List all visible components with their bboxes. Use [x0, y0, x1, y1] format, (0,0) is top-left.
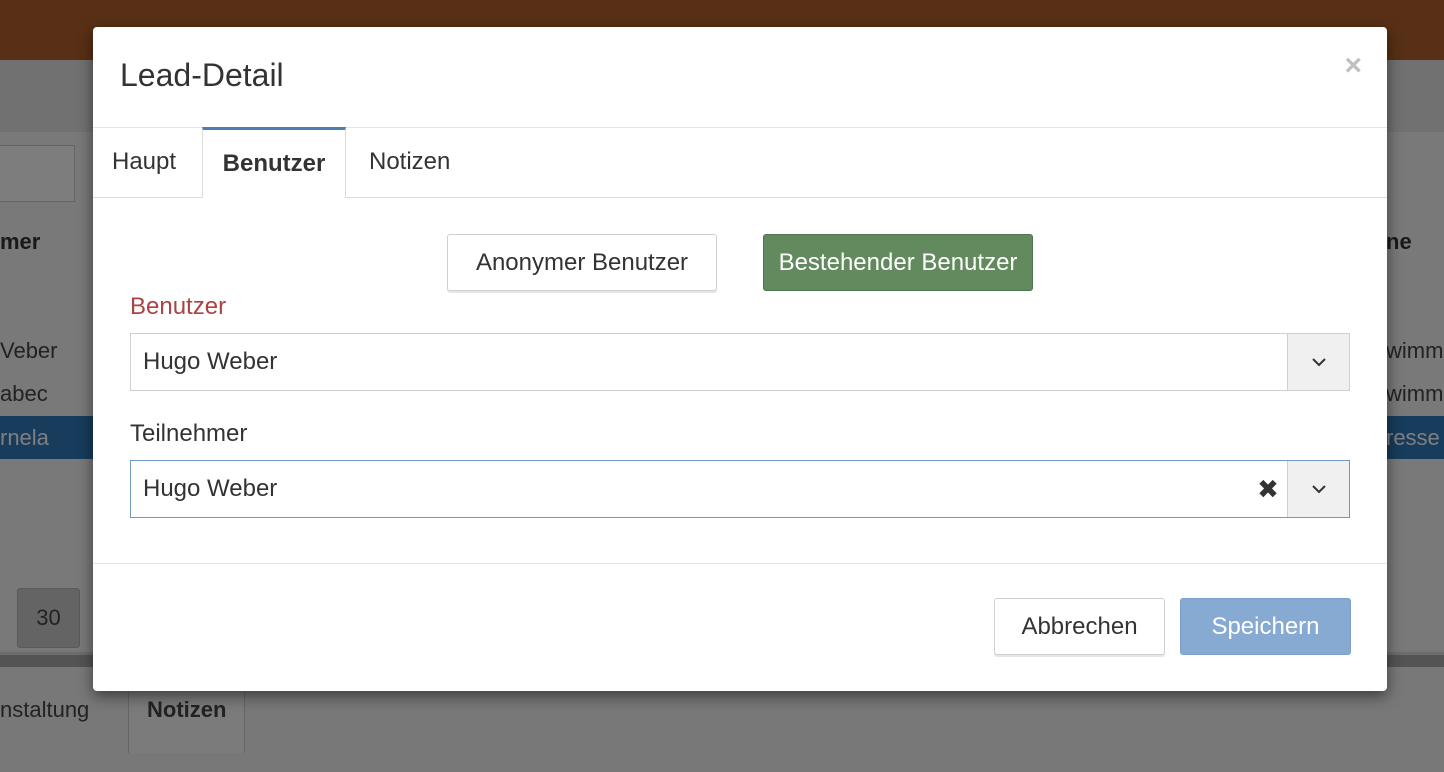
modal-header: Lead-Detail × [93, 27, 1387, 128]
modal-tabs: Haupt Benutzer Notizen [93, 127, 1387, 198]
tab-haupt[interactable]: Haupt [112, 127, 176, 197]
save-button[interactable]: Speichern [1180, 598, 1351, 655]
teilnehmer-select[interactable]: Hugo Weber ✖ [130, 460, 1350, 518]
chevron-down-icon[interactable] [1287, 461, 1349, 517]
existing-user-button[interactable]: Bestehender Benutzer [763, 234, 1033, 291]
teilnehmer-label: Teilnehmer [130, 420, 248, 447]
benutzer-label: Benutzer [130, 293, 227, 320]
tab-notizen[interactable]: Notizen [369, 127, 450, 197]
cancel-button[interactable]: Abbrechen [994, 598, 1165, 655]
modal-footer-divider [93, 563, 1387, 564]
benutzer-select[interactable]: Hugo Weber [130, 333, 1350, 391]
tab-benutzer[interactable]: Benutzer [202, 127, 346, 198]
teilnehmer-select-value: Hugo Weber [143, 475, 278, 502]
modal-title: Lead-Detail [120, 57, 284, 93]
anonymous-user-button[interactable]: Anonymer Benutzer [447, 234, 717, 291]
clear-icon[interactable]: ✖ [1253, 461, 1283, 517]
benutzer-select-value: Hugo Weber [143, 348, 278, 375]
lead-detail-modal: Lead-Detail × Haupt Benutzer Notizen Ano… [93, 27, 1387, 691]
chevron-down-icon[interactable] [1287, 334, 1349, 390]
close-icon[interactable]: × [1344, 51, 1362, 81]
